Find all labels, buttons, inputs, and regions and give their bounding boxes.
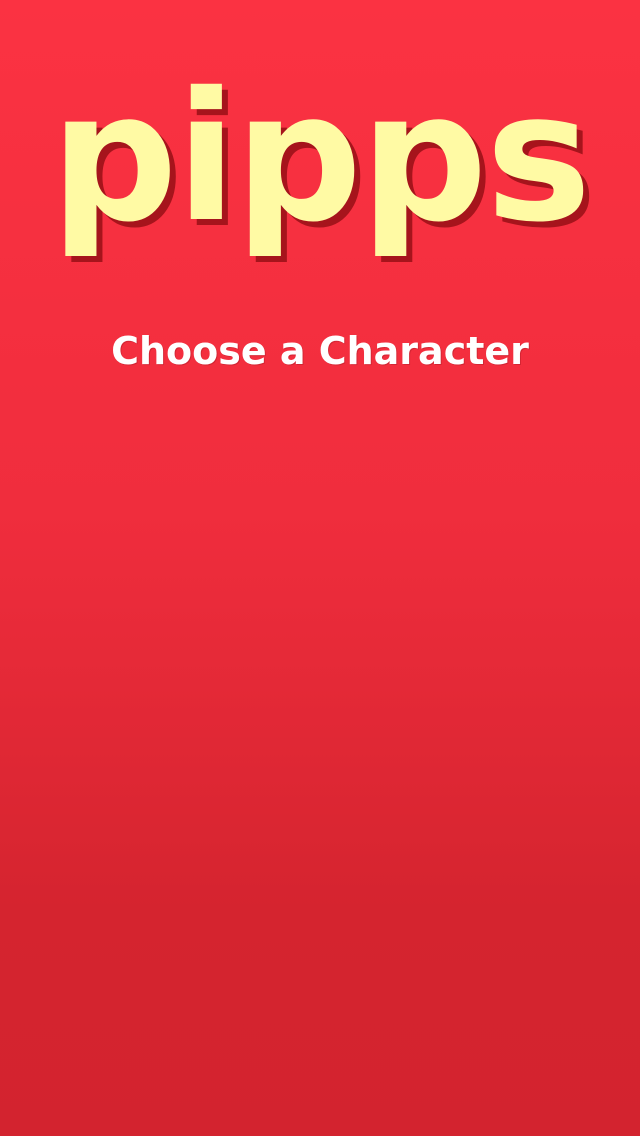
page-title: Choose a Character xyxy=(111,329,529,373)
app-logo: pipps xyxy=(50,54,591,261)
character-select-screen: pipps Choose a Character xyxy=(0,0,640,1136)
